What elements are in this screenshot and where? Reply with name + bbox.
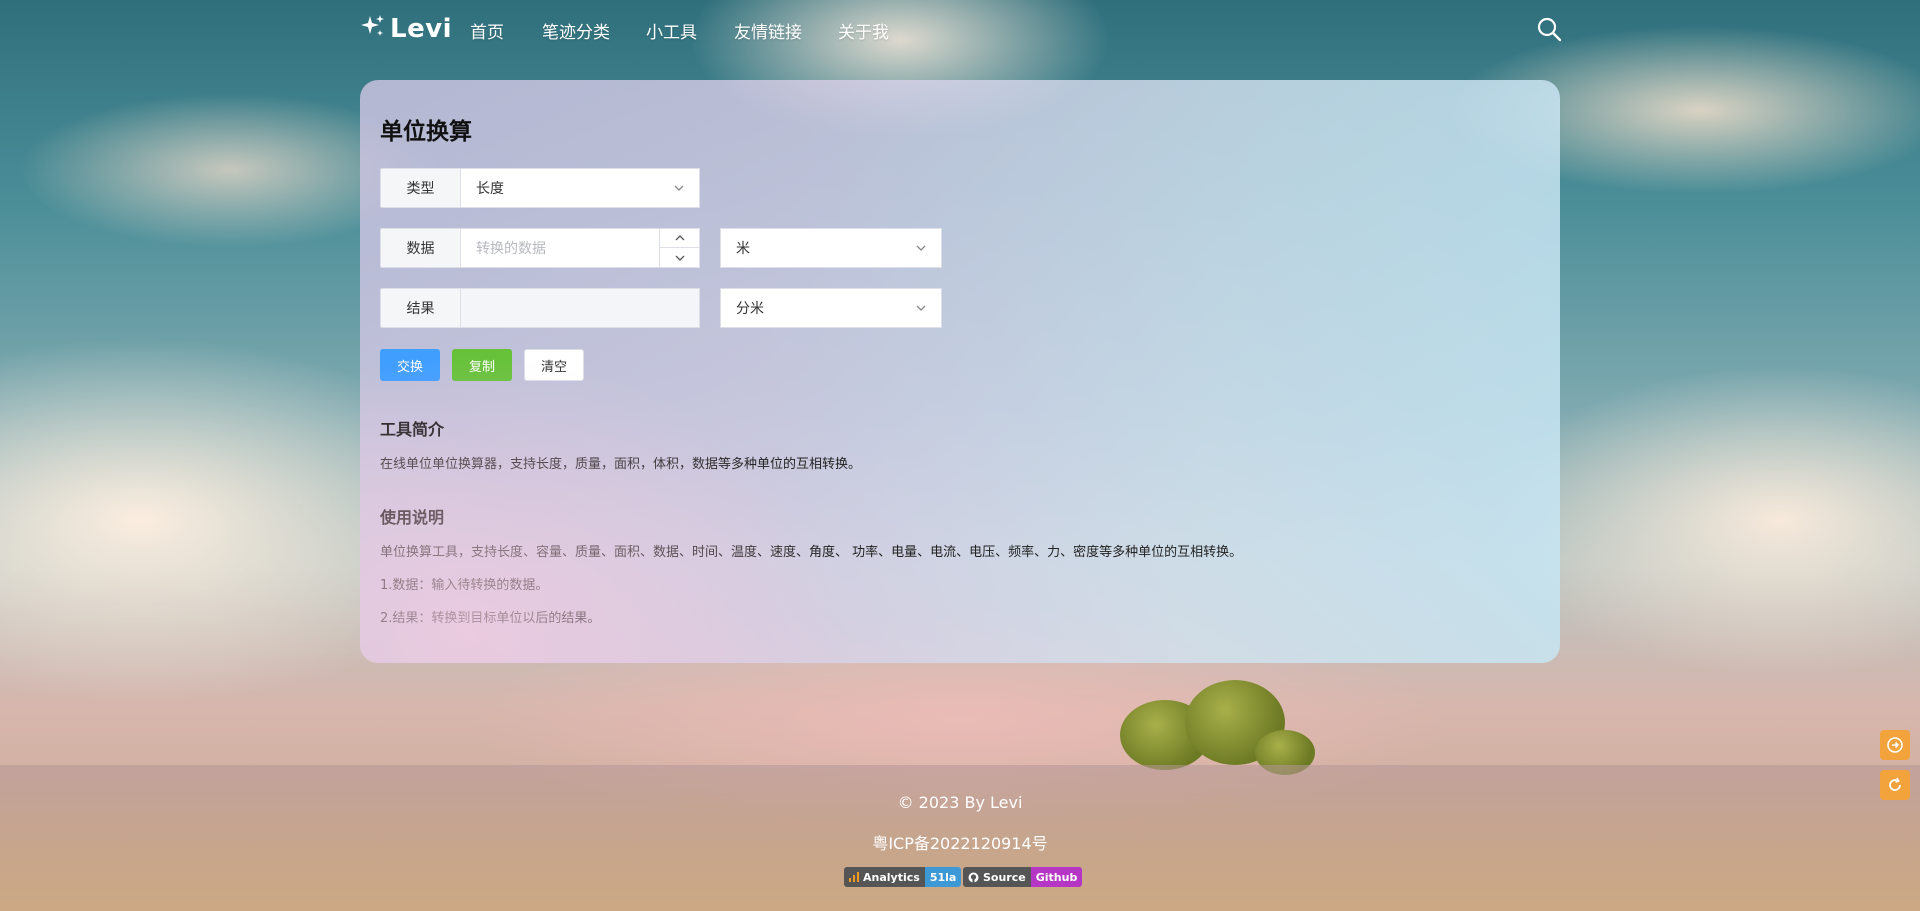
clear-button[interactable]: 清空 [524, 349, 584, 381]
footer-icp[interactable]: 粤ICP备2022120914号 [0, 830, 1920, 854]
copy-button[interactable]: 复制 [452, 349, 512, 381]
intro-title: 工具简介 [380, 420, 445, 439]
intro-text: 在线单位单位换算器，支持长度，质量，面积，体积，数据等多种单位的互相转换。 [380, 457, 862, 472]
analytics-badge[interactable]: Analytics 51la [844, 867, 962, 887]
footer-copyright: © 2023 By Levi [897, 793, 1023, 812]
unit-converter-card: 单位换算 类型 长度 数据 转换的数据 米 结果 分米 交换 复制 清空 工具简… [360, 80, 1560, 663]
usage-line: 单位换算工具，支持长度、容量、质量、面积、数据、时间、温度、速度、角度、 功率、… [380, 545, 1243, 560]
data-input[interactable]: 转换的数据 [460, 228, 700, 268]
data-input-placeholder: 转换的数据 [476, 241, 546, 257]
nav-home[interactable]: 首页 [470, 18, 504, 43]
top-navigation: Levi 首页 笔迹分类 小工具 友情链接 关于我 [0, 0, 1920, 60]
nav-categories[interactable]: 笔迹分类 [542, 18, 610, 43]
page-title: 单位换算 [380, 119, 472, 145]
nav-links[interactable]: 友情链接 [734, 18, 802, 43]
analytics-badge-label: Analytics [863, 870, 920, 884]
analytics-badge-left: Analytics [844, 867, 925, 887]
footer-icp-link[interactable]: 粤ICP备2022120914号 [872, 834, 1047, 853]
usage-line: 1.数据：输入待转换的数据。 [380, 578, 549, 593]
github-icon [968, 872, 979, 882]
chevron-down-icon [673, 182, 685, 194]
source-badge-left: Source [963, 867, 1031, 887]
from-unit-value: 米 [736, 241, 750, 257]
data-label: 数据 [380, 228, 460, 268]
stepper-up-button[interactable] [660, 229, 700, 248]
chevron-down-icon [915, 242, 927, 254]
result-field[interactable] [460, 288, 700, 328]
number-stepper [659, 229, 700, 267]
chevron-up-icon [675, 235, 685, 241]
nav-about[interactable]: 关于我 [838, 18, 889, 43]
analytics-badge-value: 51la [924, 867, 962, 887]
bar-chart-icon [849, 872, 859, 882]
arrow-right-circle-icon[interactable] [1880, 730, 1910, 760]
nav-tools[interactable]: 小工具 [646, 18, 697, 43]
type-select-value: 长度 [476, 181, 504, 197]
site-logo-text: Levi [390, 14, 453, 44]
chevron-down-icon [915, 302, 927, 314]
to-unit-value: 分米 [736, 301, 764, 317]
refresh-icon[interactable] [1880, 770, 1910, 800]
type-select[interactable]: 长度 [460, 168, 700, 208]
from-unit-select[interactable]: 米 [720, 228, 942, 268]
usage-line: 2.结果：转换到目标单位以后的结果。 [380, 611, 601, 626]
to-unit-select[interactable]: 分米 [720, 288, 942, 328]
source-badge-label: Source [983, 870, 1026, 884]
stepper-down-button[interactable] [660, 248, 700, 267]
search-icon[interactable] [1536, 16, 1562, 42]
source-badge-value: Github [1030, 867, 1083, 887]
chevron-down-icon [675, 255, 685, 261]
swap-button[interactable]: 交换 [380, 349, 440, 381]
usage-title: 使用说明 [380, 508, 445, 527]
source-badge[interactable]: Source Github [963, 867, 1083, 887]
sparkle-icon [360, 14, 386, 45]
site-logo[interactable]: Levi [360, 12, 452, 46]
type-label: 类型 [380, 168, 460, 208]
result-label: 结果 [380, 288, 460, 328]
